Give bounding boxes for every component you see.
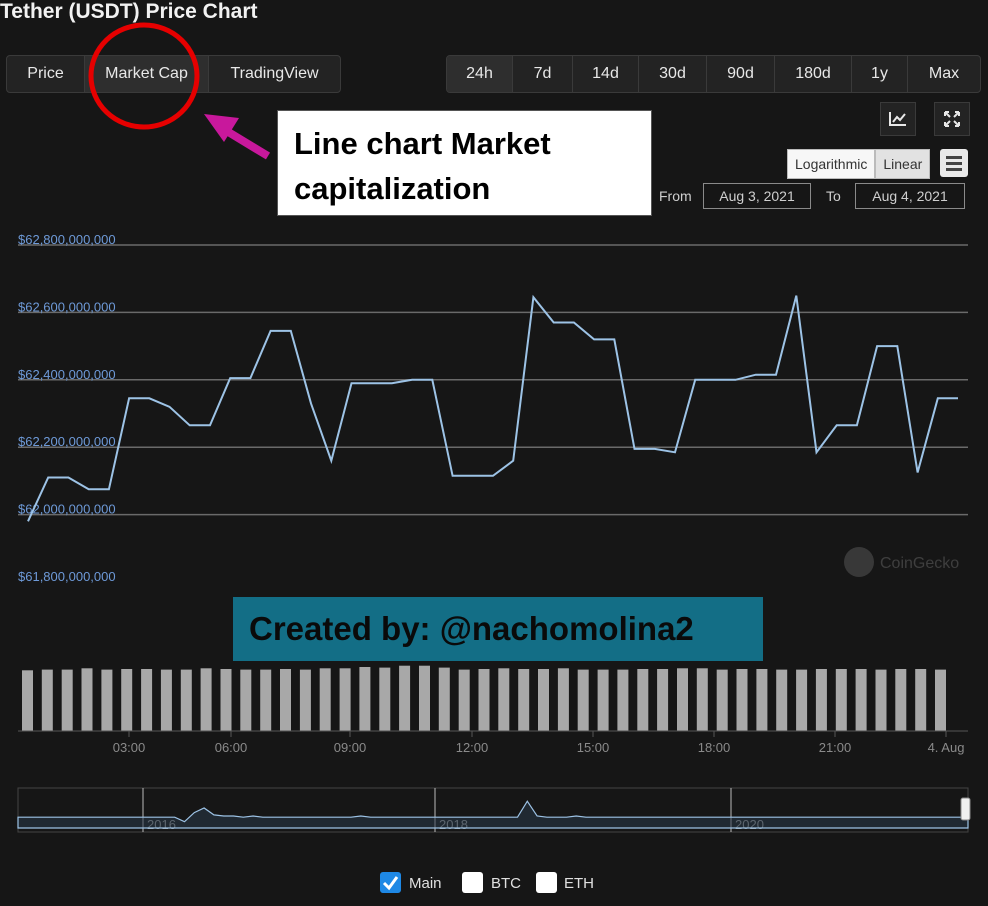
volume-bar	[200, 668, 212, 731]
volume-bar	[41, 669, 53, 731]
x-tick-label: 21:00	[819, 740, 852, 755]
y-tick-label: $62,400,000,000	[18, 367, 116, 382]
coingecko-watermark: CoinGecko	[844, 547, 959, 577]
volume-bar	[657, 669, 669, 731]
x-tick-label: 03:00	[113, 740, 146, 755]
main-checkbox[interactable]	[380, 872, 401, 893]
series-line	[27, 294, 958, 522]
volume-bar	[696, 668, 708, 731]
credit-banner: Created by: @nachomolina2	[233, 597, 763, 661]
checkmark-icon	[382, 876, 399, 891]
volume-bar	[61, 669, 73, 731]
y-tick-label: $62,600,000,000	[18, 299, 116, 314]
volume-bar	[577, 669, 589, 731]
volume-bar	[557, 668, 569, 731]
volume-bar	[280, 669, 291, 731]
navigator-handle[interactable]	[960, 797, 971, 821]
volume-bar	[855, 669, 867, 731]
volume-bar	[756, 669, 768, 731]
eth-legend-label: ETH	[564, 875, 594, 892]
volume-bar	[101, 669, 113, 731]
volume-bar	[815, 669, 827, 731]
volume-bars	[22, 665, 946, 731]
y-tick-label: $62,200,000,000	[18, 434, 116, 449]
volume-bar	[498, 668, 510, 731]
x-tick-label: 15:00	[577, 740, 610, 755]
volume-bar	[339, 668, 351, 731]
volume-bar	[617, 669, 629, 731]
volume-bar	[359, 667, 371, 731]
y-tick-label: $62,800,000,000	[18, 232, 116, 247]
grid-lines	[18, 244, 968, 516]
y-tick-label: $61,800,000,000	[18, 569, 116, 584]
x-tick-label: 09:00	[334, 740, 367, 755]
volume-bar	[796, 669, 808, 731]
volume-bar	[240, 669, 252, 731]
volume-bar	[379, 667, 391, 731]
volume-bar	[895, 669, 907, 731]
volume-bar	[260, 669, 272, 731]
volume-bar	[597, 669, 609, 731]
volume-bar	[438, 667, 450, 731]
volume-bar	[935, 669, 946, 731]
btc-legend-label: BTC	[491, 875, 521, 892]
volume-bar	[419, 665, 430, 731]
navigator-series	[17, 800, 969, 829]
volume-bar	[915, 669, 927, 731]
volume-bar	[875, 669, 887, 731]
volume-bar	[538, 669, 549, 731]
coingecko-logo-icon	[844, 547, 874, 577]
volume-bar	[478, 669, 490, 731]
annotation-circle	[88, 22, 200, 130]
volume-bar	[637, 669, 649, 731]
volume-bar	[835, 669, 847, 731]
volume-bar	[319, 668, 331, 731]
market-cap-line	[27, 294, 958, 522]
annotation-arrow-icon	[204, 114, 271, 160]
volume-bar	[141, 669, 153, 731]
navigator: 201620182020	[17, 787, 971, 833]
x-tick-label: 4. Aug	[928, 740, 965, 755]
volume-bar	[776, 669, 788, 731]
x-tick-label: 12:00	[456, 740, 489, 755]
volume-bar	[121, 669, 133, 731]
x-tick-label: 06:00	[215, 740, 248, 755]
volume-bar	[299, 669, 311, 731]
volume-bar	[458, 669, 470, 731]
annotation-callout: Line chart Market capitalization	[277, 110, 652, 216]
volume-bar	[518, 669, 530, 731]
volume-bar	[22, 670, 33, 731]
x-axis-labels: 03:00 06:00 09:00 12:00 15:00 18:00 21:00 4. Au…	[113, 731, 965, 755]
volume-bar	[677, 668, 688, 731]
x-tick-label: 18:00	[698, 740, 731, 755]
watermark-text: CoinGecko	[880, 555, 959, 572]
btc-checkbox[interactable]	[462, 872, 483, 893]
eth-checkbox[interactable]	[536, 872, 557, 893]
volume-bar	[220, 669, 232, 731]
volume-bar	[716, 669, 728, 731]
volume-bar	[160, 669, 172, 731]
volume-bar	[736, 669, 748, 731]
volume-bar	[81, 668, 93, 731]
volume-bar	[180, 669, 192, 731]
y-axis-labels: $61,800,000,000$62,000,000,000$62,200,00…	[18, 232, 116, 584]
volume-bar	[399, 665, 411, 731]
main-legend-label: Main	[409, 875, 442, 892]
